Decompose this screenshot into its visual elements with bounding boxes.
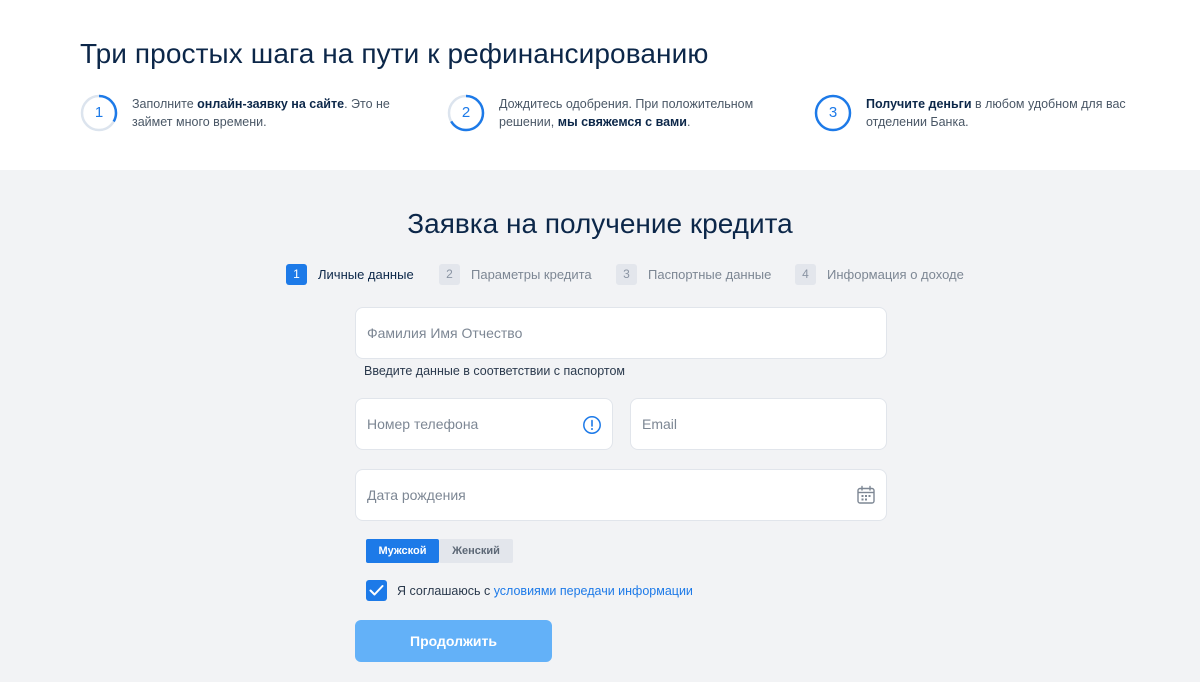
step-text: Дождитесь одобрения. При положительном р… [499,97,754,129]
page-title: Три простых шага на пути к рефинансирова… [80,38,709,69]
continue-button[interactable]: Продолжить [355,620,552,662]
gender-female-button[interactable]: Женский [439,539,513,563]
email-input[interactable] [631,399,886,449]
step-number: 1 [94,104,104,121]
wizard-step-number: 3 [616,264,637,285]
step-progress-ring-3: 3 [814,94,852,132]
phone-input[interactable] [356,399,612,449]
birth-date-input[interactable] [356,470,886,520]
fio-input[interactable] [356,308,886,358]
consent-prefix: Я соглашаюсь с [397,584,494,598]
steps-section: Три простых шага на пути к рефинансирова… [0,0,1200,170]
application-form-section: Заявка на получение кредита 1 Личные дан… [0,170,1200,682]
wizard-step-label: Параметры кредита [471,267,592,282]
checkmark-icon [369,585,384,596]
info-circle-icon[interactable] [582,415,602,435]
step-number: 3 [828,104,838,121]
step-progress-ring-1: 1 [80,94,118,132]
wizard-step-number: 1 [286,264,307,285]
email-field[interactable] [630,398,887,450]
step-text: Получите деньги в любом удобном для вас … [866,97,1126,129]
step-text: Заполните онлайн-заявку на сайте. Это не… [132,97,390,129]
consent-checkbox[interactable] [366,580,387,601]
fio-hint: Введите данные в соответствии с паспорто… [364,364,626,378]
phone-field[interactable] [355,398,613,450]
step-number: 2 [461,104,471,121]
wizard-step-label: Личные данные [318,267,414,282]
step-progress-ring-2: 2 [447,94,485,132]
fio-field[interactable] [355,307,887,359]
gender-male-button[interactable]: Мужской [366,539,439,563]
consent-terms-link[interactable]: условиями передачи информации [494,584,693,598]
wizard-step-number: 2 [439,264,460,285]
form-title: Заявка на получение кредита [407,208,793,239]
wizard-step-number: 4 [795,264,816,285]
calendar-icon[interactable] [856,485,876,505]
consent-text: Я соглашаюсь с условиями передачи информ… [397,584,693,598]
birth-date-field[interactable] [355,469,887,521]
wizard-step-label: Паспортные данные [648,267,772,282]
wizard-step-label: Информация о доходе [827,267,964,282]
